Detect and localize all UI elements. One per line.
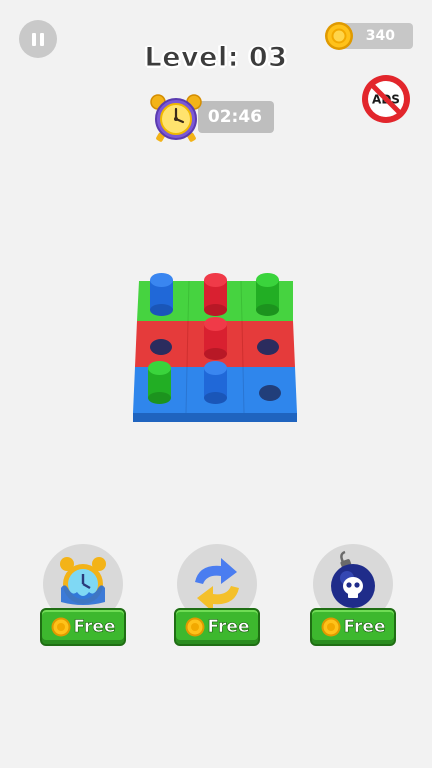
coin-icon <box>321 617 341 637</box>
timer-display: 02:46 <box>198 101 274 133</box>
peg-hole[interactable] <box>259 385 281 401</box>
alarm-clock-icon <box>150 94 202 142</box>
coin-icon <box>185 617 205 637</box>
no-ads-icon: ADS <box>362 75 410 123</box>
peg-red[interactable] <box>204 273 227 316</box>
peg-blue[interactable] <box>150 273 173 316</box>
peg-board[interactable] <box>128 262 308 430</box>
free-label: Free <box>343 617 386 638</box>
free-bomb-button[interactable]: Free <box>310 608 396 646</box>
free-shuffle-button[interactable]: Free <box>174 608 260 646</box>
peg-red[interactable] <box>204 317 227 360</box>
free-label: Free <box>207 617 250 638</box>
no-ads-button[interactable]: ADS <box>360 73 412 125</box>
coin-icon <box>51 617 71 637</box>
peg-hole[interactable] <box>150 339 172 355</box>
timer-value: 02:46 <box>207 107 262 127</box>
peg-blue[interactable] <box>204 361 227 404</box>
level-title: Level: 03 <box>144 42 288 74</box>
free-time-freeze-button[interactable]: Free <box>40 608 126 646</box>
peg-green[interactable] <box>256 273 279 316</box>
free-label: Free <box>73 617 116 638</box>
peg-green[interactable] <box>148 361 171 404</box>
peg-hole[interactable] <box>257 339 279 355</box>
